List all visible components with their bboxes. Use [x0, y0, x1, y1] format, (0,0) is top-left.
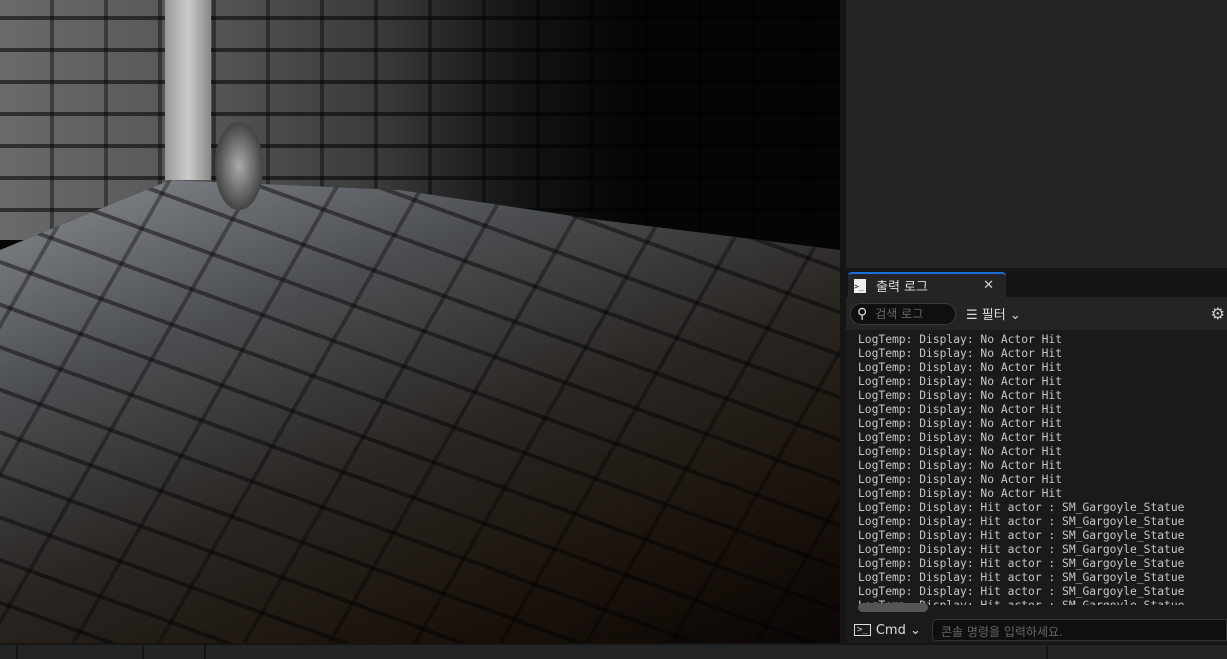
chevron-down-icon: ⌄ [1009, 308, 1021, 323]
log-line: LogTemp: Display: No Actor Hit [858, 403, 1063, 416]
tab-bar: >_ 출력 로그 ✕ [846, 270, 1227, 297]
log-line: LogTemp: Display: No Actor Hit [858, 487, 1063, 500]
log-line: LogTemp: Display: No Actor Hit [858, 459, 1063, 472]
log-line: LogTemp: Display: Hit actor : SM_Gargoyl… [858, 571, 1185, 584]
log-line: LogTemp: Display: No Actor Hit [858, 473, 1063, 486]
output-log-panel: >_ 출력 로그 ✕ ⚲ 검색 로그 ☰ 필터 ⌄ ⚙ LogTemp: Dis… [846, 270, 1227, 643]
log-line: LogTemp: Display: Hit actor : SM_Gargoyl… [858, 501, 1185, 514]
console-command-input[interactable]: 콘솔 명령을 입력하세요. [932, 619, 1227, 641]
log-icon: >_ [854, 278, 866, 293]
tab-label: 출력 로그 [876, 280, 928, 295]
cmd-label: Cmd [875, 622, 906, 638]
log-line: LogTemp: Display: No Actor Hit [858, 333, 1063, 346]
log-line: LogTemp: Display: No Actor Hit [858, 347, 1063, 360]
log-line: LogTemp: Display: No Actor Hit [858, 389, 1063, 402]
stone-floor [0, 180, 840, 643]
details-panel [846, 0, 1227, 268]
log-line: LogTemp: Display: Hit actor : SM_Gargoyl… [858, 585, 1185, 598]
tab-output-log[interactable]: >_ 출력 로그 ✕ [848, 272, 1006, 297]
log-line: LogTemp: Display: No Actor Hit [858, 375, 1063, 388]
filter-icon: ☰ [966, 308, 978, 323]
filter-button[interactable]: ☰ 필터 ⌄ [966, 304, 1021, 323]
horizontal-scrollbar[interactable] [858, 603, 928, 612]
bottom-toolbar [0, 645, 1227, 659]
close-icon[interactable]: ✕ [983, 278, 994, 293]
gear-icon[interactable]: ⚙ [1211, 304, 1225, 323]
search-input[interactable]: ⚲ 검색 로그 [850, 302, 956, 325]
log-toolbar: ⚲ 검색 로그 ☰ 필터 ⌄ ⚙ [846, 297, 1227, 330]
search-icon: ⚲ [857, 305, 868, 322]
log-line: LogTemp: Display: No Actor Hit [858, 361, 1063, 374]
log-line: LogTemp: Display: No Actor Hit [858, 445, 1063, 458]
chevron-down-icon: ⌄ [905, 622, 921, 638]
log-line: LogTemp: Display: No Actor Hit [858, 417, 1063, 430]
log-line: LogTemp: Display: Hit actor : SM_Gargoyl… [858, 557, 1185, 570]
filter-label: 필터 [981, 308, 1006, 323]
log-line: LogTemp: Display: Hit actor : SM_Gargoyl… [858, 515, 1185, 528]
console-icon: >_ [854, 624, 871, 636]
log-lines: LogTemp: Display: No Actor Hit LogTemp: D… [846, 330, 1227, 605]
level-viewport[interactable] [0, 0, 840, 643]
log-line: LogTemp: Display: Hit actor : SM_Gargoyl… [858, 543, 1185, 556]
log-line: LogTemp: Display: No Actor Hit [858, 431, 1063, 444]
pillar [165, 0, 211, 180]
gargoyle-statue[interactable] [215, 122, 263, 210]
search-placeholder: 검색 로그 [875, 307, 924, 321]
console-bar: >_ Cmd ⌄ 콘솔 명령을 입력하세요. [846, 617, 1227, 643]
cmd-dropdown[interactable]: >_ Cmd ⌄ [854, 623, 932, 638]
log-line: LogTemp: Display: Hit actor : SM_Gargoyl… [858, 529, 1185, 542]
